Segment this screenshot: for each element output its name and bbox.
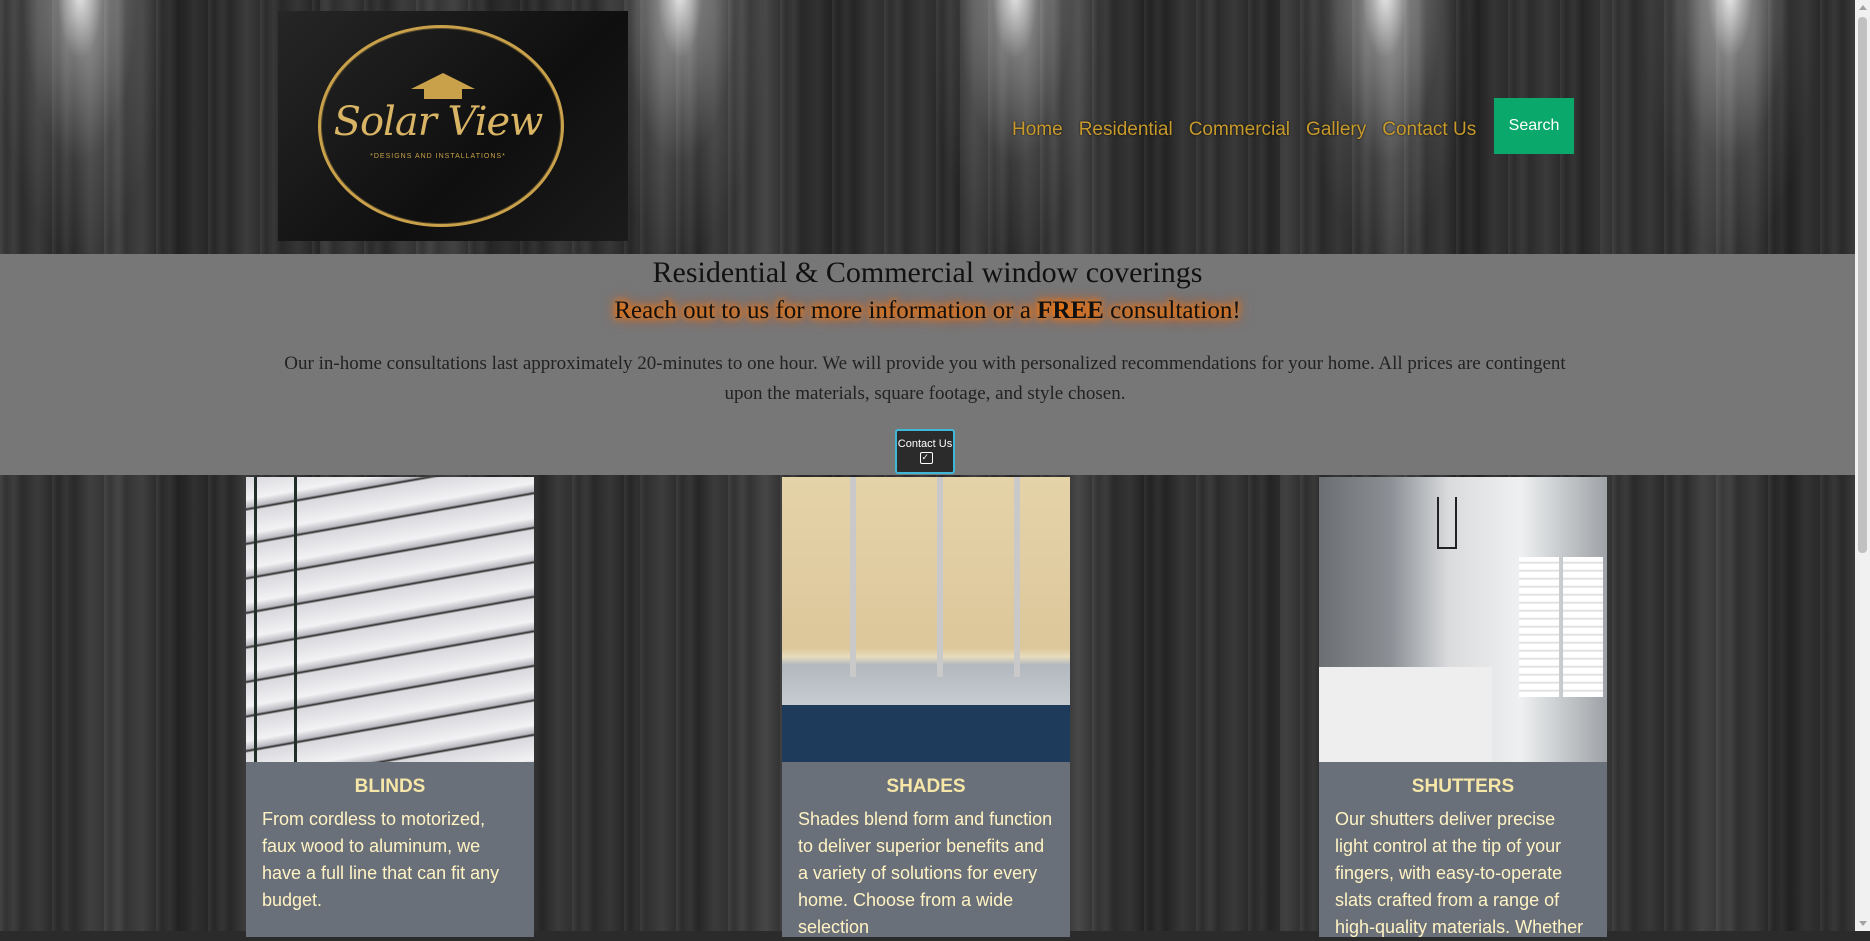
calendar-check-icon bbox=[919, 450, 933, 464]
pendant-lamp bbox=[1437, 497, 1457, 549]
spotlight bbox=[1640, 0, 1820, 254]
shades-image bbox=[782, 477, 1070, 762]
hero-description: Our in-home consultations last approxima… bbox=[284, 353, 1566, 404]
nav-commercial[interactable]: Commercial bbox=[1189, 119, 1290, 141]
house-icon-body bbox=[424, 89, 462, 99]
kitchen-counter bbox=[1319, 667, 1492, 762]
card-title: SHUTTERS bbox=[1411, 776, 1515, 797]
scrollbar-thumb[interactable] bbox=[1858, 17, 1867, 553]
spotlight bbox=[0, 0, 170, 254]
card-body: SHUTTERS Our shutters deliver precise li… bbox=[1319, 762, 1607, 937]
hero-subtitle-end: consultation! bbox=[1103, 297, 1241, 324]
nav-residential[interactable]: Residential bbox=[1079, 119, 1173, 141]
page-scrollbar[interactable] bbox=[1855, 0, 1870, 931]
shutter-panel bbox=[1563, 557, 1603, 697]
card-description: Our shutters deliver precise light contr… bbox=[1335, 809, 1584, 937]
window-mullion bbox=[937, 477, 943, 677]
blinds-cord bbox=[294, 477, 297, 762]
hero-subtitle: Reach out to us for more information or … bbox=[0, 297, 1855, 325]
logo-name: Solar View bbox=[333, 99, 544, 145]
logo-tagline: *DESIGNS AND INSTALLATIONS* bbox=[370, 153, 506, 160]
site-logo[interactable]: Solar View *DESIGNS AND INSTALLATIONS* bbox=[278, 11, 628, 241]
hero-subtitle-start: Reach out to us for more information or … bbox=[614, 297, 1038, 324]
card-description: Shades blend form and function to delive… bbox=[798, 809, 1053, 937]
card-title: SHADES bbox=[886, 776, 966, 797]
card-body: BLINDS From cordless to motorized, faux … bbox=[246, 762, 534, 937]
card-description: From cordless to motorized, faux wood to… bbox=[262, 809, 500, 910]
blinds-cord bbox=[254, 477, 257, 762]
search-button[interactable]: Search bbox=[1494, 98, 1574, 154]
house-icon bbox=[411, 73, 475, 89]
product-card-shutters[interactable]: SHUTTERS Our shutters deliver precise li… bbox=[1319, 477, 1607, 937]
scroll-up-icon[interactable] bbox=[1859, 5, 1867, 10]
product-card-shades[interactable]: SHADES Shades blend form and function to… bbox=[782, 477, 1070, 937]
window-mullion bbox=[850, 477, 856, 677]
contact-us-button[interactable]: Contact Us bbox=[895, 429, 955, 474]
nav-gallery[interactable]: Gallery bbox=[1306, 119, 1366, 141]
main-nav: Home Residential Commercial Gallery Cont… bbox=[1012, 116, 1476, 144]
contact-us-label: Contact Us bbox=[897, 438, 953, 450]
scroll-down-icon[interactable] bbox=[1859, 921, 1867, 926]
hero-subtitle-free: FREE bbox=[1037, 297, 1104, 324]
nav-contact-us[interactable]: Contact Us bbox=[1382, 119, 1476, 141]
shutters-image bbox=[1319, 477, 1607, 762]
window-mullion bbox=[1014, 477, 1020, 677]
product-card-blinds[interactable]: BLINDS From cordless to motorized, faux … bbox=[246, 477, 534, 937]
card-title: BLINDS bbox=[354, 776, 426, 797]
site-header: Solar View *DESIGNS AND INSTALLATIONS* H… bbox=[0, 0, 1855, 254]
card-body: SHADES Shades blend form and function to… bbox=[782, 762, 1070, 937]
nav-home[interactable]: Home bbox=[1012, 119, 1063, 141]
shutter-panel bbox=[1519, 557, 1559, 697]
blinds-image bbox=[246, 477, 534, 762]
hero-title: Residential & Commercial window covering… bbox=[652, 256, 1203, 289]
